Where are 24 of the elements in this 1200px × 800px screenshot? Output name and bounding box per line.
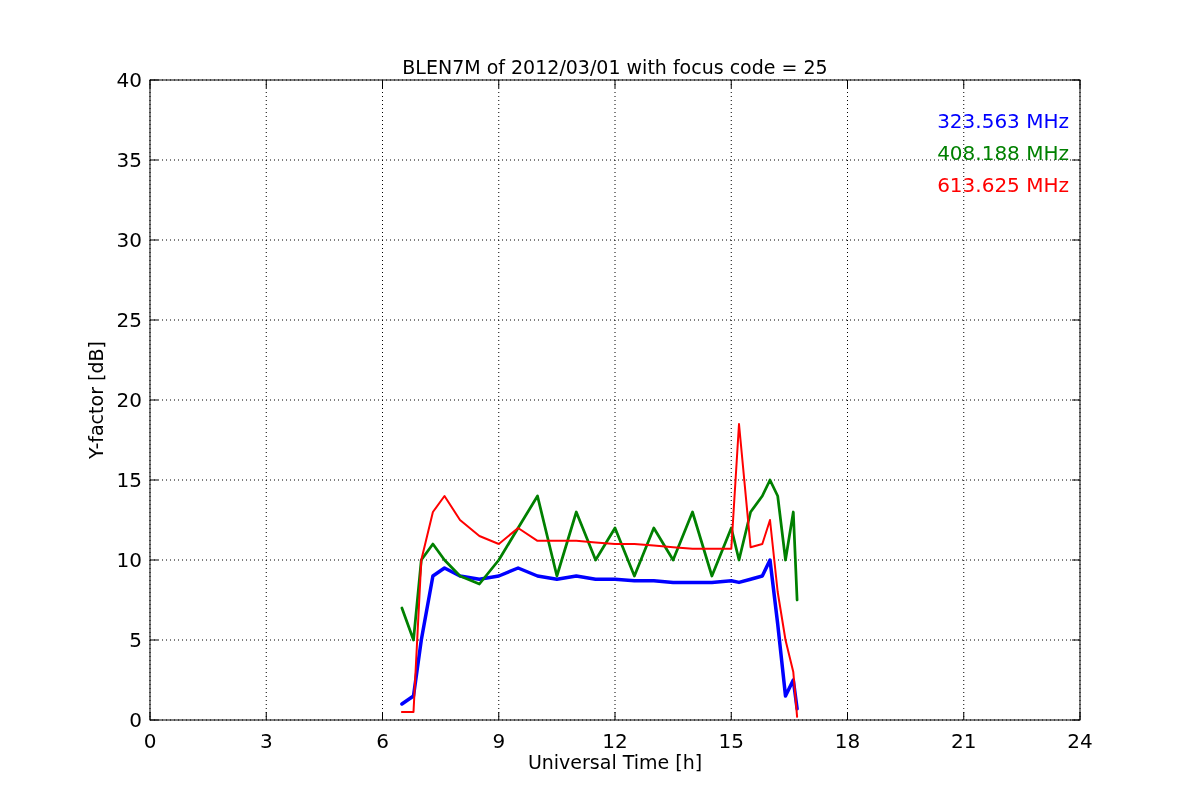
chart-title: BLEN7M of 2012/03/01 with focus code = 25 <box>402 56 828 78</box>
y-tick-label: 35 <box>116 148 142 172</box>
x-tick-label: 6 <box>376 729 389 753</box>
legend-label: 613.625 MHz <box>937 173 1069 197</box>
y-tick-label: 5 <box>129 628 142 652</box>
x-tick-label: 15 <box>718 729 744 753</box>
y-tick-label: 0 <box>129 708 142 732</box>
x-tick-label: 3 <box>259 729 273 753</box>
y-tick-label: 25 <box>116 308 142 332</box>
x-tick-label: 18 <box>834 729 861 753</box>
y-tick-label: 30 <box>116 228 142 252</box>
x-axis-label: Universal Time [h] <box>527 751 703 773</box>
y-tick-label: 20 <box>116 388 142 412</box>
legend-label: 408.188 MHz <box>937 141 1069 165</box>
x-tick-label: 12 <box>602 729 628 753</box>
y-tick-label: 40 <box>116 68 142 92</box>
y-tick-label: 10 <box>116 548 142 572</box>
x-tick-label: 0 <box>143 729 157 753</box>
legend-label: 323.563 MHz <box>937 109 1069 133</box>
x-tick-label: 21 <box>951 729 977 753</box>
x-tick-label: 24 <box>1067 729 1093 753</box>
y-tick-label: 15 <box>116 468 142 492</box>
y-axis-label: Y-factor [dB] <box>85 341 107 459</box>
x-tick-label: 9 <box>492 729 506 753</box>
